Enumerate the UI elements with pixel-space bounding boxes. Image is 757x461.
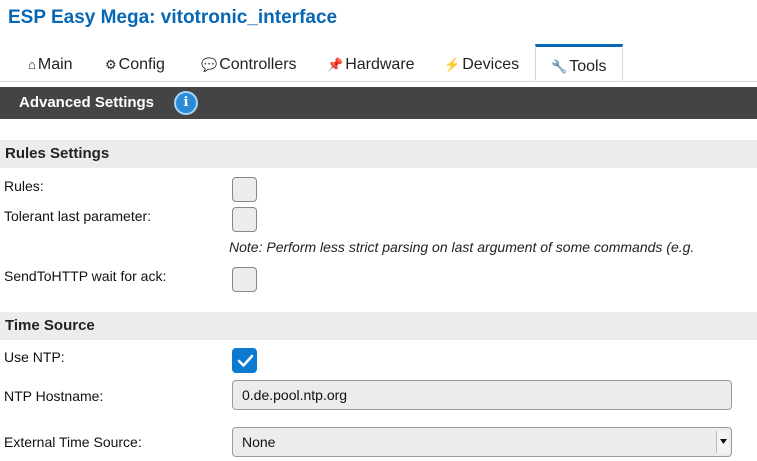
tab-controllers-label: Controllers (219, 56, 297, 73)
time-source-title: Time Source (5, 317, 95, 334)
plug-icon: ⚡ (444, 57, 461, 72)
tab-hardware-label: Hardware (345, 56, 415, 73)
tab-main-label: Main (37, 56, 73, 73)
sendtohttp-checkbox[interactable] (232, 267, 257, 292)
gear-icon: ⚙ (105, 57, 117, 72)
tab-devices-label: Devices (462, 56, 520, 73)
tab-controllers[interactable]: 💬 Controllers (201, 46, 297, 79)
ntp-hostname-input[interactable]: 0.de.pool.ntp.org (232, 380, 732, 410)
info-icon[interactable]: i (174, 91, 198, 115)
tab-config[interactable]: ⚙ Config (105, 46, 165, 79)
rules-settings-section: Rules Settings (0, 140, 757, 168)
checkmark-icon (237, 354, 254, 367)
ntp-hostname-label: NTP Hostname: (4, 388, 104, 404)
tab-hardware[interactable]: 📌 Hardware (327, 46, 415, 79)
tab-bar: ⌂ Main ⚙ Config 💬 Controllers 📌 Hardware ⚡ De… (0, 44, 757, 82)
section-header-title: Advanced Settings (19, 94, 155, 111)
page-title: ESP Easy Mega: vitotronic_interface (8, 7, 338, 28)
tab-tools[interactable]: 🔧 Tools (535, 44, 623, 81)
wrench-icon: 🔧 (551, 59, 568, 74)
external-time-label: External Time Source: (4, 434, 142, 450)
tolerant-label: Tolerant last parameter: (4, 208, 152, 224)
sendtohttp-label: SendToHTTP wait for ack: (4, 268, 167, 284)
external-time-select[interactable]: None (232, 427, 732, 457)
pushpin-icon: 📌 (327, 57, 344, 72)
section-header: Advanced Settings i (0, 87, 757, 119)
tab-tools-label: Tools (569, 58, 607, 75)
tolerant-checkbox[interactable] (232, 207, 257, 232)
use-ntp-label: Use NTP: (4, 349, 65, 365)
use-ntp-checkbox[interactable] (232, 348, 257, 373)
rules-checkbox[interactable] (232, 177, 257, 202)
tab-main[interactable]: ⌂ Main (28, 46, 73, 79)
tolerant-note: Note: Perform less strict parsing on las… (229, 239, 695, 255)
dropdown-arrow-icon (716, 431, 729, 453)
home-icon: ⌂ (28, 57, 36, 72)
external-time-value: None (242, 434, 276, 450)
rules-settings-title: Rules Settings (5, 145, 110, 162)
tab-config-label: Config (118, 56, 165, 73)
tab-devices[interactable]: ⚡ Devices (444, 46, 519, 79)
time-source-section: Time Source (0, 312, 757, 340)
chat-bubble-icon: 💬 (201, 57, 218, 72)
rules-label: Rules: (4, 178, 44, 194)
